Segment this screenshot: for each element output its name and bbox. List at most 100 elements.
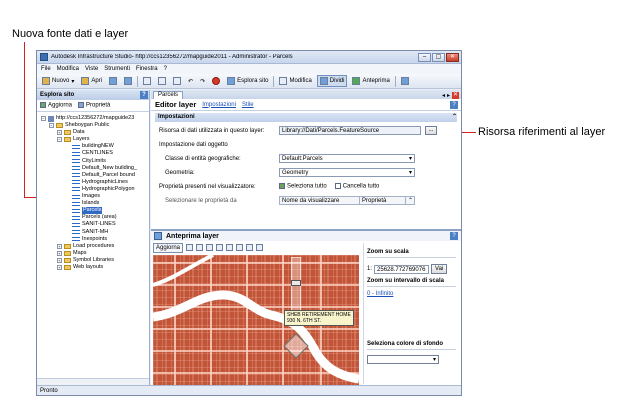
scale-input[interactable]: 25628.772769076	[374, 264, 430, 274]
scale-interval-link[interactable]: 0 - Infinito	[367, 291, 456, 297]
tree-item[interactable]: CityLimits	[41, 158, 149, 165]
open-button[interactable]: Apri	[79, 76, 104, 86]
edit-button[interactable]: Modifica	[277, 76, 313, 86]
tab-parcels[interactable]: Parcels	[153, 91, 184, 99]
col-display-name[interactable]: Nome da visualizzare	[280, 197, 360, 204]
menu-window[interactable]: Finestra	[136, 66, 158, 72]
tree-item[interactable]: − http://ccs12356272/mapguide23	[41, 115, 149, 122]
close-button[interactable]: ✕	[446, 52, 459, 62]
expand-icon[interactable]: +	[57, 243, 62, 249]
horizontal-scrollbar[interactable]	[37, 378, 149, 385]
zoom-next-icon[interactable]	[256, 244, 264, 251]
copy-button[interactable]	[156, 76, 168, 86]
save-all-button[interactable]	[122, 76, 134, 86]
paste-button[interactable]	[171, 76, 183, 86]
split-button[interactable]: Dividi	[316, 75, 348, 87]
zoom-extents-icon[interactable]	[236, 244, 244, 251]
tree-item[interactable]: SANIT-MH	[41, 229, 149, 236]
tree-item[interactable]: CENTLINES	[41, 150, 149, 157]
settings-link[interactable]: Impostazioni	[202, 102, 236, 108]
zoom-previous-icon[interactable]	[246, 244, 254, 251]
select-all-checkbox[interactable]: Seleziona tutto	[279, 183, 327, 190]
tree-item[interactable]: Islands	[41, 200, 149, 207]
tree-item[interactable]: − Layers	[41, 136, 149, 143]
help-icon	[400, 77, 409, 85]
browse-button[interactable]: ...	[425, 126, 437, 135]
zoom-rectangle-icon[interactable]	[206, 244, 214, 251]
map-view[interactable]: SHEB RETIREMENT HOME 930 N. 6TH ST.	[153, 255, 359, 385]
tree-item[interactable]: + Symbol Libraries	[41, 257, 149, 264]
collapse-icon[interactable]: −	[49, 123, 54, 129]
settings-section-header[interactable]: Impostazioni ⌃	[155, 113, 457, 122]
tree-item[interactable]: Default_New building_	[41, 165, 149, 172]
pan-icon[interactable]	[196, 244, 204, 251]
clear-all-checkbox[interactable]: Cancella tutto	[334, 183, 379, 190]
refresh-icon	[40, 102, 46, 109]
menu-view[interactable]: Viste	[85, 66, 98, 72]
tree-item[interactable]: + Web layouts	[41, 264, 149, 271]
maximize-button[interactable]: ▢	[432, 52, 445, 62]
preview-button[interactable]: Anteprima	[350, 76, 391, 86]
collapse-icon[interactable]: −	[41, 116, 46, 122]
tree-item[interactable]: SANIT-LINES	[41, 221, 149, 228]
menu-tools[interactable]: Strumenti	[104, 66, 130, 72]
tree-item-label: Inexpoints	[82, 235, 108, 242]
redo-button[interactable]: ↷	[198, 77, 207, 86]
refresh-button[interactable]: Aggiorna	[40, 102, 72, 109]
tree-item[interactable]: + Load procedures	[41, 243, 149, 250]
tree-item[interactable]: Default_Parcel bound	[41, 172, 149, 179]
tree-item[interactable]: Images	[41, 193, 149, 200]
bg-color-select[interactable]: ▾	[367, 355, 439, 364]
feature-class-select[interactable]: Default:Parcels ▾	[279, 154, 415, 163]
collapse-icon[interactable]: −	[57, 137, 62, 143]
expand-icon[interactable]: +	[57, 250, 62, 256]
help-icon[interactable]: ?	[140, 91, 148, 99]
close-tab-icon[interactable]: ✕	[452, 92, 459, 99]
site-explorer-header: Esplora sito ?	[37, 90, 149, 100]
cut-button[interactable]	[141, 76, 153, 86]
tree-item[interactable]: buildingNEW	[41, 143, 149, 150]
edit-label: Modifica	[289, 78, 312, 84]
zoom-slider-thumb[interactable]	[291, 280, 301, 286]
menu-edit[interactable]: Modifica	[57, 66, 79, 72]
tree-item[interactable]: HydrographicPolygon	[41, 186, 149, 193]
help-icon[interactable]: ?	[450, 232, 458, 240]
style-link[interactable]: Stile	[242, 102, 254, 108]
new-button[interactable]: Nuovo ▾	[40, 76, 76, 86]
tab-prev-icon[interactable]: ◂	[442, 92, 445, 99]
tree-item[interactable]: − Sheboygan Public	[41, 122, 149, 129]
sort-icon[interactable]: ⌃	[406, 197, 413, 204]
tree-item-label: Web layouts	[73, 263, 104, 270]
select-icon[interactable]	[186, 244, 194, 251]
expand-icon[interactable]: +	[57, 257, 62, 263]
map-refresh-button[interactable]: Aggiorna	[153, 242, 184, 253]
stop-button[interactable]	[210, 76, 222, 86]
tree-item-label: http://ccs12356272/mapguide23	[56, 115, 135, 121]
menu-file[interactable]: File	[41, 66, 51, 72]
menu-help[interactable]: ?	[164, 66, 167, 72]
save-button[interactable]	[107, 76, 119, 86]
tree-item[interactable]: Parcels	[41, 207, 149, 215]
zoom-slider[interactable]	[291, 257, 301, 317]
properties-button[interactable]: Proprietà	[78, 102, 110, 109]
tree-item[interactable]: + Maps	[41, 250, 149, 257]
minimize-button[interactable]: –	[418, 52, 431, 62]
expand-icon[interactable]: +	[57, 130, 62, 136]
folder-icon	[64, 250, 71, 256]
tree-item[interactable]: HydrographicLines	[41, 179, 149, 186]
help-icon[interactable]: ?	[450, 100, 458, 109]
tree-item[interactable]: Parcels (area)	[41, 214, 149, 221]
tree-item[interactable]: + Data	[41, 129, 149, 136]
col-property[interactable]: Proprietà	[360, 197, 406, 204]
expand-icon[interactable]: +	[57, 265, 62, 271]
undo-button[interactable]: ↶	[186, 77, 195, 86]
geometry-select[interactable]: Geometry ▾	[279, 168, 415, 177]
go-button[interactable]: Vai	[431, 264, 448, 274]
zoom-in-icon[interactable]	[216, 244, 224, 251]
tree-item[interactable]: Inexpoints	[41, 236, 149, 243]
help-button[interactable]	[399, 76, 411, 86]
tab-next-icon[interactable]: ▸	[447, 92, 450, 99]
zoom-out-icon[interactable]	[226, 244, 234, 251]
collapse-icon[interactable]: ⌃	[452, 113, 457, 122]
site-explorer-button[interactable]: Esplora sito	[225, 76, 270, 86]
